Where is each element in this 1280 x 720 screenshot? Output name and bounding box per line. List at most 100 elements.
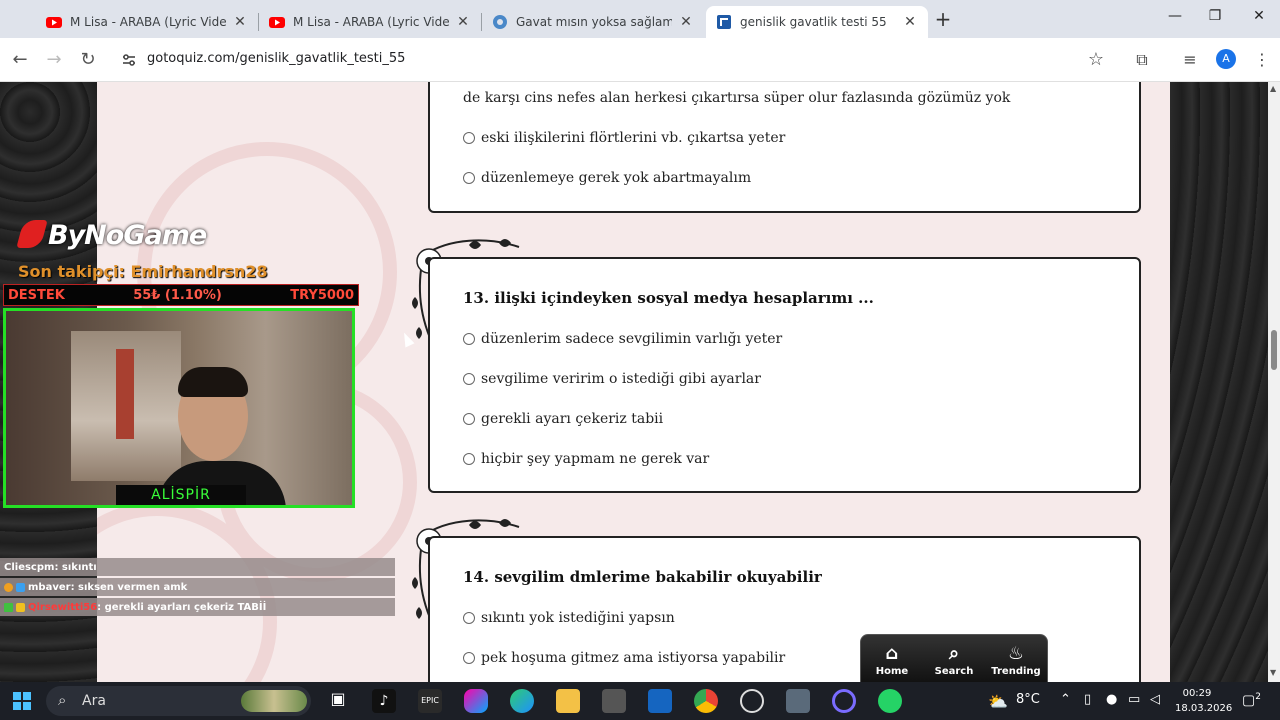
last-follower: Son takipçi: Emirhandrsn28 [18, 262, 268, 281]
answer-option[interactable]: gerekli ayarı çekeriz tabii [463, 411, 663, 427]
system-clock[interactable]: 00:29 18.03.2026 [1175, 686, 1232, 716]
reload-button[interactable]: ↻ [76, 48, 100, 72]
answer-label: sıkıntı yok istediğini yapsın [481, 610, 675, 626]
address-bar[interactable]: gotoquiz.com/genislik_gavatlik_testi_55 … [110, 44, 1120, 76]
answer-label: gerekli ayarı çekeriz tabii [481, 411, 664, 427]
scroll-down-arrow-icon[interactable]: ▼ [1270, 668, 1276, 677]
chat-text: : sıksen vermen amk [70, 581, 188, 593]
network-icon[interactable]: ▭ [1128, 692, 1140, 707]
edge-icon[interactable] [510, 689, 534, 713]
bookmark-star-icon[interactable]: ☆ [1088, 49, 1104, 70]
nav-search-button[interactable]: ⌕ Search [926, 643, 982, 677]
menu-kebab-icon[interactable]: ⋮ [1250, 48, 1274, 72]
answer-label: düzenlerim sadece sevgilimin varlığı yet… [481, 331, 783, 347]
volume-icon[interactable]: ◁ [1150, 692, 1160, 707]
epic-games-icon[interactable]: EPIC [418, 689, 442, 713]
temperature: 8°C [1016, 692, 1040, 707]
search-highlight-image [241, 690, 307, 712]
close-tab-icon[interactable]: ✕ [902, 14, 918, 30]
donation-goal: TRY5000 [290, 287, 354, 303]
radio-button[interactable] [463, 453, 475, 465]
back-button[interactable]: ← [8, 48, 32, 72]
answer-label: düzenlemeye gerek yok abartmayalım [481, 170, 752, 186]
tray-chevron-icon[interactable]: ⌃ [1060, 692, 1071, 707]
weather-icon[interactable]: ⛅ [988, 692, 1008, 711]
answer-label: hiçbir şey yapmam ne gerek var [481, 451, 710, 467]
calculator-icon[interactable] [786, 689, 810, 713]
webcam-overlay: ALİSPİR [3, 308, 355, 508]
radio-button[interactable] [463, 652, 475, 664]
tab-strip: M Lisa - ARABA (Lyric Video) - Y ✕ M Lis… [0, 0, 1280, 38]
question-card-12: de karşı cins nefes alan herkesi çıkartı… [428, 82, 1141, 213]
answer-option[interactable]: eski ilişkilerini flörtlerini vb. çıkart… [463, 130, 785, 146]
copilot-icon[interactable] [464, 689, 488, 713]
tab-2[interactable]: M Lisa - ARABA (Lyric Video) - Y ✕ [259, 6, 481, 38]
url-text[interactable]: gotoquiz.com/genislik_gavatlik_testi_55 [147, 51, 405, 66]
chrome-icon[interactable] [694, 689, 718, 713]
whatsapp-icon[interactable] [878, 689, 902, 713]
taskbar-search[interactable]: ⌕ Ara [46, 686, 311, 716]
close-tab-icon[interactable]: ✕ [455, 14, 471, 30]
file-explorer-icon[interactable] [556, 689, 580, 713]
radio-button[interactable] [463, 333, 475, 345]
close-window-button[interactable]: ✕ [1236, 8, 1280, 24]
microphone-icon[interactable]: ● [1106, 692, 1117, 707]
search-icon: ⌕ [948, 643, 960, 664]
extensions-icon[interactable]: ⧉ [1130, 48, 1154, 72]
notification-icon[interactable]: ▢2 [1242, 692, 1261, 709]
chat-badge-icon [16, 582, 25, 592]
radio-button[interactable] [463, 172, 475, 184]
answer-option[interactable]: sevgilime veririm o istediği gibi ayarla… [463, 371, 761, 387]
answer-option[interactable]: hiçbir şey yapmam ne gerek var [463, 451, 709, 467]
media-control-icon[interactable]: ≡ [1178, 48, 1202, 72]
store-icon[interactable] [602, 689, 626, 713]
radio-button[interactable] [463, 132, 475, 144]
chat-badge-icon [16, 602, 25, 612]
outlook-icon[interactable] [648, 689, 672, 713]
close-tab-icon[interactable]: ✕ [232, 14, 248, 30]
forward-button[interactable]: → [42, 48, 66, 72]
streamer-hair [178, 367, 248, 397]
obs-icon[interactable] [740, 689, 764, 713]
notification-count: 2 [1255, 692, 1261, 702]
nav-home-button[interactable]: ⌂ Home [864, 643, 920, 677]
answer-option[interactable]: düzenlerim sadece sevgilimin varlığı yet… [463, 331, 782, 347]
task-view-icon[interactable]: ▣ [326, 689, 350, 713]
nav-trending-button[interactable]: ♨ Trending [988, 643, 1044, 677]
tab-1[interactable]: M Lisa - ARABA (Lyric Video) - Y ✕ [36, 6, 258, 38]
radio-button[interactable] [463, 373, 475, 385]
tab-4-active[interactable]: genislik gavatlik testi 55 ✕ [706, 6, 928, 38]
site-info-icon[interactable] [120, 51, 138, 69]
new-tab-button[interactable]: + [932, 8, 954, 30]
answer-label: eski ilişkilerini flörtlerini vb. çıkart… [481, 130, 786, 146]
tiktok-icon[interactable]: ♪ [372, 689, 396, 713]
radio-button[interactable] [463, 612, 475, 624]
chat-username: Qirsewitti56 [28, 601, 98, 613]
windows-start-icon[interactable] [10, 689, 34, 713]
profile-avatar[interactable]: A [1216, 49, 1236, 69]
tab-3[interactable]: Gavat mısın yoksa sağlam bir g ✕ [482, 6, 704, 38]
app-circle-icon[interactable] [832, 689, 856, 713]
clock-time: 00:29 [1182, 688, 1212, 699]
scroll-thumb[interactable] [1271, 330, 1277, 370]
answer-option[interactable]: sıkıntı yok istediğini yapsın [463, 610, 675, 626]
stream-chat: Cliescpm : sıkıntı mbaver : sıksen verme… [0, 558, 395, 618]
tray-app-icon[interactable]: ▯ [1084, 692, 1091, 707]
page-scrollbar[interactable]: ▲ ▼ [1268, 82, 1280, 682]
answer-label: pek hoşuma gitmez ama istiyorsa yapabili… [481, 650, 786, 666]
tab-title: M Lisa - ARABA (Lyric Video) - Y [70, 15, 226, 29]
streamer-nameplate: ALİSPİR [116, 485, 246, 505]
answer-option[interactable]: pek hoşuma gitmez ama istiyorsa yapabili… [463, 650, 785, 666]
question-title: 14. sevgilim dmlerime bakabilir okuyabil… [463, 568, 822, 586]
close-tab-icon[interactable]: ✕ [678, 14, 694, 30]
youtube-icon [46, 17, 62, 28]
scroll-up-arrow-icon[interactable]: ▲ [1270, 84, 1276, 93]
restore-button[interactable]: ❐ [1192, 8, 1238, 24]
nav-home-label: Home [875, 666, 909, 677]
radio-button[interactable] [463, 413, 475, 425]
answer-option[interactable]: düzenlemeye gerek yok abartmayalım [463, 170, 751, 186]
tab-title: M Lisa - ARABA (Lyric Video) - Y [293, 15, 449, 29]
chatgpt-icon [493, 15, 507, 29]
chat-text: : sıkıntı [54, 561, 97, 573]
chat-badge-icon [4, 582, 13, 592]
